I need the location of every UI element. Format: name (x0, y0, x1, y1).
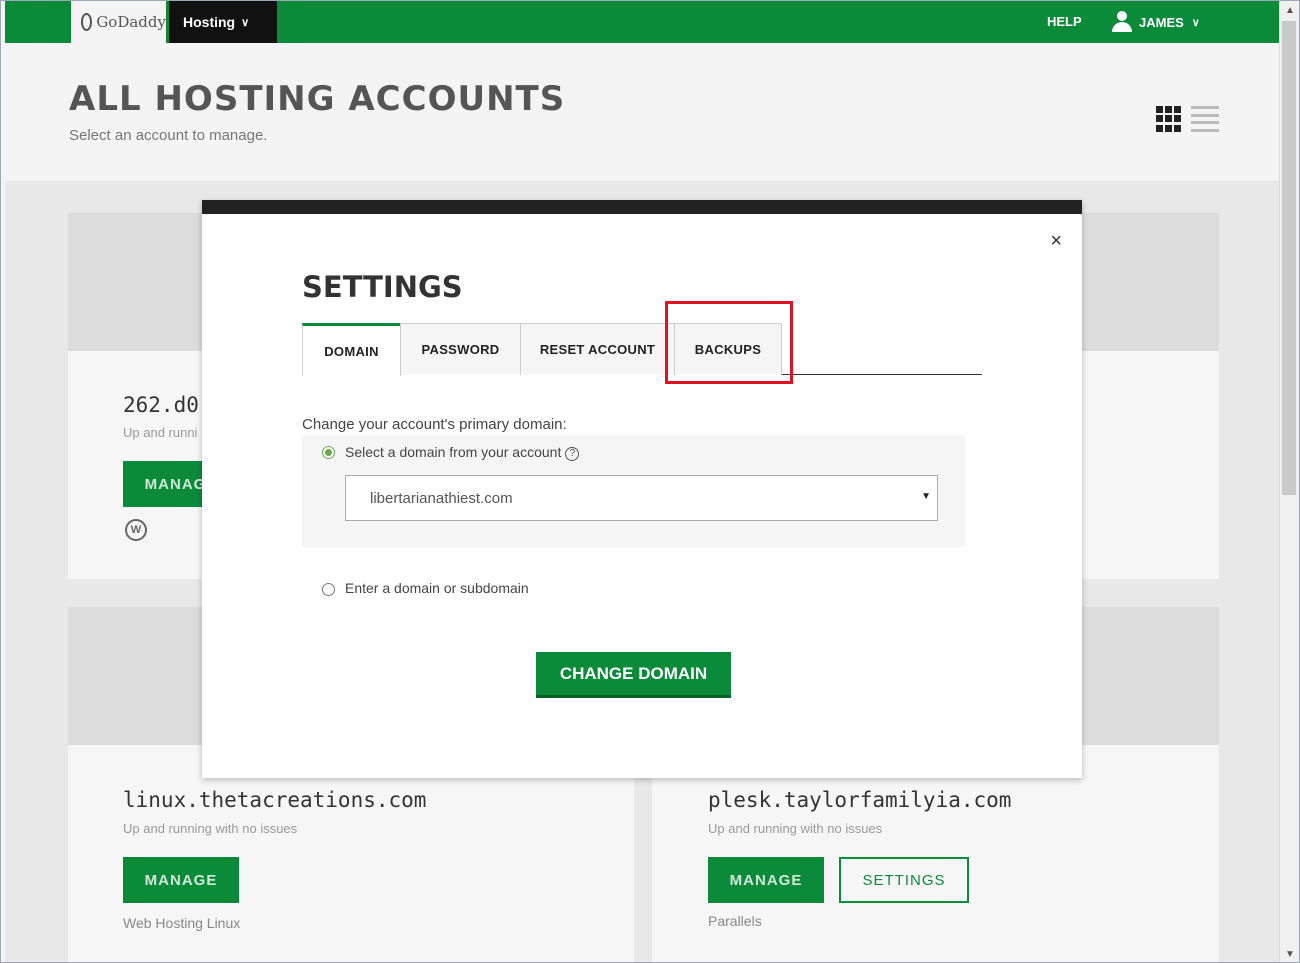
top-navigation: GoDaddy Hosting ∨ HELP JAMES ∨ (5, 1, 1279, 43)
account-plan: Parallels (708, 913, 762, 929)
modal-title: SETTINGS (302, 270, 463, 304)
logo-text: GoDaddy (96, 13, 166, 31)
account-domain: plesk.taylorfamilyia.com (708, 788, 1012, 812)
selected-domain: libertarianathiest.com (370, 489, 513, 507)
page-subtitle: Select an account to manage. (69, 127, 268, 144)
help-link[interactable]: HELP (1047, 14, 1082, 29)
scroll-down-icon[interactable]: ▼ (1285, 949, 1295, 960)
page-title: ALL HOSTING ACCOUNTS (69, 79, 566, 119)
grid-view-icon[interactable] (1156, 106, 1182, 132)
user-icon (1111, 10, 1133, 34)
settings-tabs: DOMAIN PASSWORD RESET ACCOUNT BACKUPS (302, 323, 982, 376)
enter-domain-label: Enter a domain or subdomain (345, 580, 529, 596)
settings-modal: × SETTINGS DOMAIN PASSWORD RESET ACCOUNT… (202, 200, 1082, 778)
settings-button[interactable]: SETTINGS (839, 857, 969, 903)
account-status: Up and running with no issues (123, 821, 298, 836)
enter-domain-radio[interactable] (322, 583, 335, 596)
account-domain: linux.thetacreations.com (123, 788, 427, 812)
close-icon[interactable]: × (1050, 230, 1062, 253)
product-menu[interactable]: Hosting ∨ (169, 1, 277, 43)
user-name: JAMES (1139, 14, 1184, 30)
user-menu[interactable]: JAMES ∨ (1111, 10, 1200, 34)
tab-domain[interactable]: DOMAIN (302, 323, 401, 376)
domain-select[interactable]: libertarianathiest.com ▼ (345, 475, 938, 521)
logo-icon (81, 13, 93, 31)
help-icon[interactable]: ? (565, 447, 580, 461)
manage-button[interactable]: MANAGE (708, 857, 824, 903)
backups-tab-highlight (665, 301, 793, 384)
chevron-down-icon: ∨ (1191, 16, 1200, 29)
manage-button[interactable]: MANAGE (123, 857, 239, 903)
list-view-icon[interactable] (1191, 106, 1219, 132)
product-menu-label: Hosting (183, 14, 236, 30)
scroll-up-icon[interactable]: ▲ (1285, 5, 1295, 16)
domain-select-option: Select a domain from your account? liber… (302, 435, 965, 547)
chevron-down-icon: ∨ (241, 16, 250, 29)
account-status: Up and running with no issues (708, 821, 883, 836)
scrollbar-thumb[interactable] (1282, 21, 1296, 495)
change-domain-button[interactable]: CHANGE DOMAIN (536, 652, 731, 698)
change-domain-prompt: Change your account's primary domain: (302, 416, 567, 433)
select-domain-label: Select a domain from your account? (345, 444, 580, 461)
account-status: Up and runni (123, 425, 198, 440)
account-plan: Web Hosting Linux (123, 915, 241, 931)
vertical-scrollbar[interactable]: ▲ ▼ (1279, 1, 1299, 962)
tab-password[interactable]: PASSWORD (400, 323, 521, 375)
browser-window: GoDaddy Hosting ∨ HELP JAMES ∨ ALL HOSTI… (0, 0, 1300, 963)
account-domain: 262.d0 (123, 393, 199, 417)
dropdown-caret-icon: ▼ (921, 491, 931, 502)
wordpress-icon: W (125, 519, 147, 541)
logo[interactable]: GoDaddy (71, 1, 166, 43)
tab-reset-account[interactable]: RESET ACCOUNT (520, 323, 675, 375)
select-domain-radio[interactable] (322, 446, 335, 459)
